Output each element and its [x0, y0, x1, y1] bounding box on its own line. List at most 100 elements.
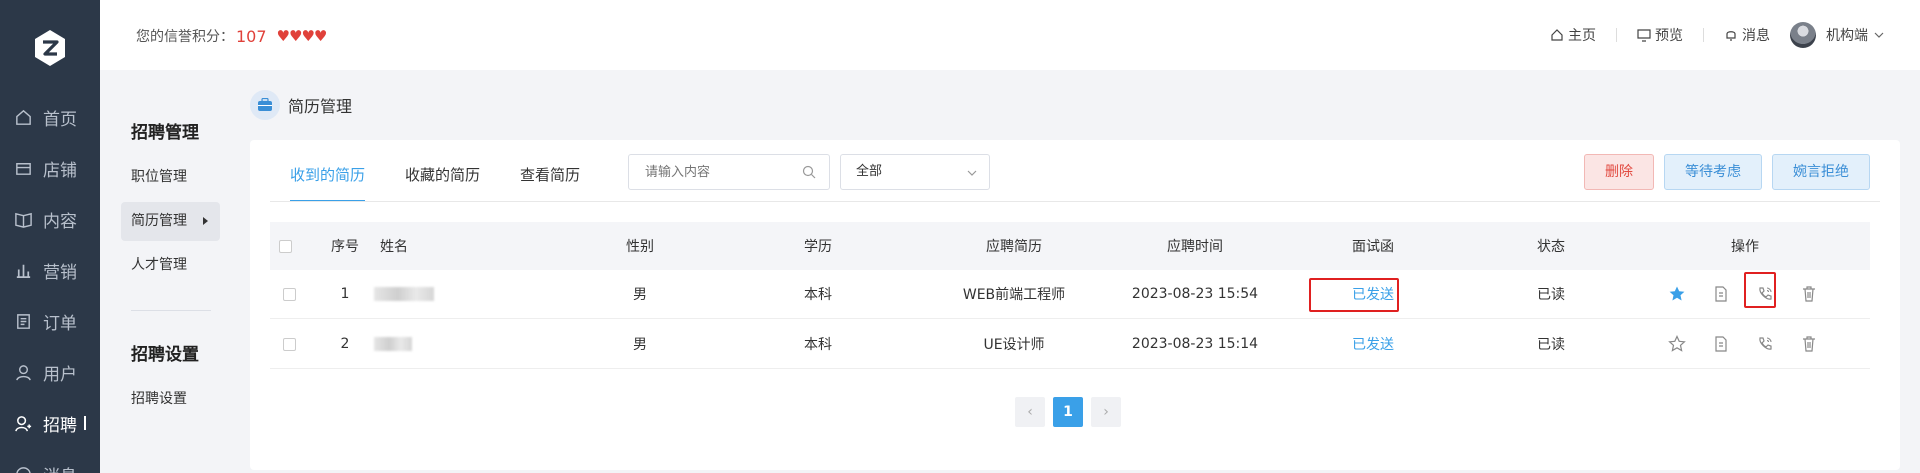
header-nav: 主页 预览 消息 机构端: [1530, 22, 1884, 48]
col-index: 序号: [331, 239, 359, 255]
nav-item-recruit[interactable]: 招聘: [0, 403, 100, 443]
credit-label: 您的信誉积分：: [136, 29, 234, 45]
col-time: 应聘时间: [1167, 239, 1223, 255]
monitor-icon: [1637, 29, 1651, 42]
group-title-recruit-manage: 招聘管理: [131, 123, 199, 143]
nav-item-messages[interactable]: 消息: [0, 454, 100, 473]
header-home-link[interactable]: 主页: [1550, 25, 1596, 45]
tab-underline-divider: [270, 201, 1880, 202]
tab-favorites[interactable]: 收藏的简历: [405, 140, 480, 202]
trash-icon[interactable]: [1800, 320, 1818, 368]
tab-viewed[interactable]: 查看简历: [520, 140, 580, 202]
pagination: ‹ 1 ›: [1015, 397, 1129, 427]
star-outline-icon[interactable]: [1668, 320, 1686, 368]
next-page-button[interactable]: ›: [1091, 397, 1121, 427]
col-actions: 操作: [1731, 239, 1759, 255]
status-select[interactable]: 全部: [840, 154, 990, 190]
nav-item-home[interactable]: 首页: [0, 97, 100, 137]
page-title: 简历管理: [250, 90, 352, 120]
sidebar-item-settings[interactable]: 招聘设置: [121, 380, 220, 419]
nav-item-marketing[interactable]: 营销: [0, 250, 100, 290]
tab-received[interactable]: 收到的简历: [290, 140, 366, 202]
nav-item-label: 消息: [43, 462, 77, 473]
row-index: 1: [340, 286, 350, 302]
chevron-down-icon: [967, 170, 977, 176]
row-resume[interactable]: WEB前端工程师: [963, 270, 1065, 318]
row-status: 已读: [1537, 337, 1565, 353]
prev-page-button[interactable]: ‹: [1015, 397, 1045, 427]
bar-chart-icon: [16, 264, 31, 278]
nav-item-shop[interactable]: 店铺: [0, 148, 100, 188]
nav-item-label: 招聘: [43, 415, 77, 436]
caret-right-icon: [203, 217, 208, 225]
nav-item-label: 首页: [43, 109, 77, 130]
row-checkbox[interactable]: [283, 320, 296, 368]
row-resume[interactable]: UE设计师: [983, 320, 1044, 368]
row-gender: 男: [633, 287, 647, 303]
sidebar-item-resumes[interactable]: 简历管理: [121, 202, 220, 241]
bell-icon: [1726, 31, 1736, 41]
phone-icon[interactable]: [1756, 320, 1774, 368]
credit-score: 107: [236, 26, 267, 46]
sidebar-item-label: 简历管理: [131, 213, 187, 229]
resume-panel: 收到的简历 收藏的简历 查看简历 全部 删除 等待考虑 婉言拒绝 序号 姓名 性…: [250, 140, 1900, 470]
trash-icon[interactable]: [1800, 270, 1818, 318]
row-status: 已读: [1537, 287, 1565, 303]
nav-item-label: 内容: [43, 211, 77, 232]
table-header: 序号 姓名 性别 学历 应聘简历 应聘时间 面试函 状态 操作: [270, 222, 1870, 270]
col-name: 姓名: [380, 239, 408, 255]
top-header: 您的信誉积分： 107 ♥♥♥♥ 主页 预览 消息 机构端: [100, 0, 1920, 70]
divider: [1703, 28, 1704, 42]
nav-item-label: 订单: [43, 313, 77, 334]
col-resume: 应聘简历: [986, 239, 1042, 255]
document-icon[interactable]: [1712, 320, 1730, 368]
sidebar-item-label: 职位管理: [131, 169, 187, 185]
col-invite: 面试函: [1352, 239, 1394, 255]
sidebar-item-talent[interactable]: 人才管理: [121, 246, 220, 285]
highlight-box: [1744, 272, 1776, 308]
app-logo-icon[interactable]: [31, 29, 69, 67]
header-preview-link[interactable]: 预览: [1637, 25, 1683, 45]
nav-item-orders[interactable]: 订单: [0, 301, 100, 341]
avatar[interactable]: [1790, 22, 1816, 48]
table-row[interactable]: 2 男 本科 UE设计师 2023-08-23 15:14 已发送 已读: [270, 320, 1870, 369]
heart-icons: ♥♥♥♥: [276, 27, 328, 45]
table-row[interactable]: 1 男 本科 WEB前端工程师 2023-08-23 15:54 已发送 已读: [270, 270, 1870, 319]
header-messages-link[interactable]: 消息: [1724, 25, 1770, 45]
star-icon[interactable]: [1668, 270, 1686, 318]
row-time: 2023-08-23 15:14: [1131, 336, 1259, 352]
search-icon[interactable]: [802, 165, 816, 179]
active-indicator: [84, 416, 86, 430]
nav-item-content[interactable]: 内容: [0, 199, 100, 239]
recruit-sidebar: 招聘管理 职位管理 简历管理 人才管理 招聘设置 招聘设置: [100, 70, 240, 473]
briefcase-icon: [250, 90, 280, 120]
document-icon[interactable]: [1712, 270, 1730, 318]
divider: [131, 310, 211, 311]
message-icon: [16, 466, 31, 473]
wait-consider-button[interactable]: 等待考虑: [1664, 154, 1762, 190]
nav-item-users[interactable]: 用户: [0, 352, 100, 392]
row-education: 本科: [804, 287, 832, 303]
order-icon: [17, 313, 30, 329]
row-checkbox[interactable]: [283, 270, 296, 318]
user-name[interactable]: 机构端: [1826, 25, 1868, 45]
header-messages-label: 消息: [1742, 28, 1770, 44]
credit-score-display: 您的信誉积分： 107 ♥♥♥♥: [136, 26, 328, 46]
search-input[interactable]: [628, 154, 830, 190]
col-gender: 性别: [626, 239, 654, 255]
row-name-blurred: [374, 320, 412, 368]
page-1-button[interactable]: 1: [1053, 397, 1083, 427]
reject-button[interactable]: 婉言拒绝: [1772, 154, 1870, 190]
nav-item-label: 用户: [43, 364, 77, 385]
shop-icon: [16, 162, 31, 175]
recruit-icon: [15, 415, 32, 431]
row-invite-status[interactable]: 已发送: [1352, 320, 1394, 368]
select-all-checkbox[interactable]: [279, 222, 292, 270]
sidebar-item-jobs[interactable]: 职位管理: [121, 158, 220, 197]
sidebar-item-label: 人才管理: [131, 257, 187, 273]
delete-button[interactable]: 删除: [1584, 154, 1654, 190]
chevron-down-icon[interactable]: [1874, 30, 1884, 40]
sidebar-item-label: 招聘设置: [131, 391, 187, 407]
nav-item-label: 营销: [43, 262, 77, 283]
highlight-box: [1309, 278, 1399, 312]
